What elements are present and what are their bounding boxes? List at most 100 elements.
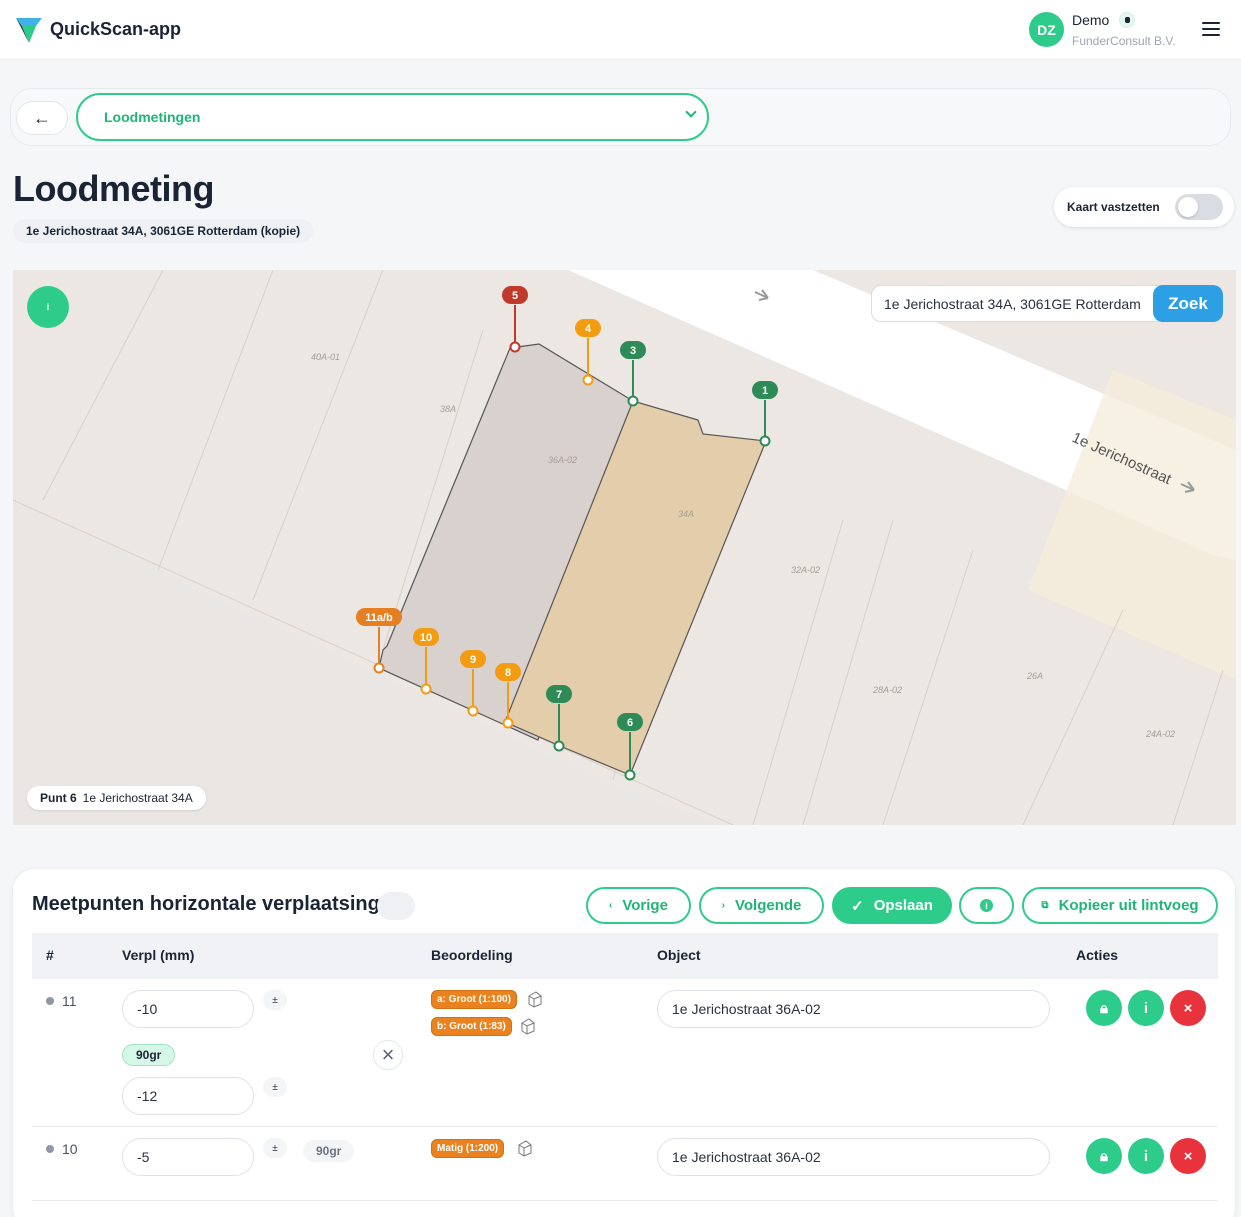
column-header: Acties <box>1076 947 1119 963</box>
prev-button[interactable]: ‹ Vorige <box>586 887 691 924</box>
column-header: Beoordeling <box>431 947 513 963</box>
column-header: Verpl (mm) <box>122 947 195 963</box>
marker-point[interactable] <box>420 683 432 695</box>
plus-minus-toggle[interactable]: ± <box>263 1077 287 1097</box>
marker-point[interactable] <box>624 769 636 781</box>
address-badge: 1e Jerichostraat 34A, 3061GE Rotterdam (… <box>13 219 314 243</box>
delete-icon[interactable]: × <box>1170 990 1206 1026</box>
row-divider <box>32 1126 1218 1127</box>
section-select-value: Loodmetingen <box>104 109 201 125</box>
user-status-icon <box>1119 12 1135 28</box>
delete-icon[interactable]: × <box>1170 1138 1206 1174</box>
parcel-label: 34A <box>678 509 694 519</box>
building-tilt-icon[interactable] <box>519 1017 537 1035</box>
plus-minus-toggle[interactable]: ± <box>263 1138 287 1158</box>
displacement-input[interactable]: -5 <box>122 1138 254 1176</box>
measurement-panel: Meetpunten horizontale verplaatsing ‹ Vo… <box>13 869 1235 1217</box>
user-name: Demo <box>1072 12 1110 28</box>
row-status-dot <box>46 1145 54 1153</box>
app-title[interactable]: QuickScan-app <box>50 19 181 40</box>
column-header: Object <box>657 947 701 963</box>
next-button[interactable]: › Volgende <box>699 887 824 924</box>
rating-badge: b: Groot (1:83) <box>431 1017 512 1036</box>
marker-label[interactable]: 6 <box>627 717 633 729</box>
map-search-input[interactable]: 1e Jerichostraat 34A, 3061GE Rotterdam <box>871 285 1173 322</box>
marker-label[interactable]: 9 <box>470 654 476 666</box>
chevron-left-icon: ‹ <box>609 900 613 911</box>
selected-point-badge: Punt 6 1e Jerichostraat 34A <box>27 786 206 810</box>
displacement-b-input[interactable]: -12 <box>122 1077 254 1115</box>
marker-point[interactable] <box>582 374 594 386</box>
parcel-label: 28A-02 <box>872 685 902 695</box>
panel-title: Meetpunten horizontale verplaatsing <box>32 893 380 915</box>
back-button[interactable]: ← <box>16 101 68 135</box>
copy-button-label: Kopieer uit lintvoeg <box>1058 897 1199 914</box>
info-icon: i <box>980 899 993 912</box>
map-search-button[interactable]: Zoek <box>1153 285 1223 322</box>
map[interactable]: 40A-01 38A 36A-02 34A 32A-02 28A-02 26A … <box>13 270 1236 825</box>
hamburger-menu-icon[interactable] <box>1202 22 1220 36</box>
object-input[interactable]: 1e Jerichostraat 36A-02 <box>657 1138 1050 1176</box>
parcel-label: 36A-02 <box>548 455 577 465</box>
marker-point[interactable] <box>467 705 479 717</box>
object-input[interactable]: 1e Jerichostraat 36A-02 <box>657 990 1050 1028</box>
quickscan-logo-icon[interactable] <box>16 16 42 44</box>
column-header: # <box>46 947 54 963</box>
marker-point[interactable] <box>759 435 771 447</box>
marker-label[interactable]: 3 <box>630 345 636 357</box>
lock-icon[interactable]: 🔒︎ <box>1086 990 1122 1026</box>
marker-point[interactable] <box>627 395 639 407</box>
top-bar: QuickScan-app DZ Demo FunderConsult B.V. <box>0 0 1241 60</box>
lock-map-label: Kaart vastzetten <box>1067 200 1160 214</box>
rating-badge: a: Groot (1:100) <box>431 990 517 1009</box>
marker-point[interactable] <box>553 740 565 752</box>
parcel-label: 32A-02 <box>791 565 820 575</box>
plus-minus-toggle[interactable]: ± <box>263 990 287 1010</box>
parcel-label: 38A <box>440 404 456 414</box>
marker-label[interactable]: 5 <box>512 290 518 302</box>
close-icon[interactable]: × <box>373 1040 403 1070</box>
rating-badge: Matig (1:200) <box>431 1139 505 1158</box>
displacement-a-input[interactable]: -10 <box>122 990 254 1028</box>
marker-label[interactable]: 11a/b <box>365 612 393 624</box>
selected-point-label: Punt 6 <box>40 791 77 805</box>
parcel-label: 40A-01 <box>311 352 340 362</box>
marker-label[interactable]: 1 <box>762 385 768 397</box>
marker-point[interactable] <box>502 717 514 729</box>
chevron-right-icon: › <box>721 900 725 911</box>
copy-icon: ⧉ <box>1041 900 1049 911</box>
map-canvas[interactable]: 40A-01 38A 36A-02 34A 32A-02 28A-02 26A … <box>13 270 1236 825</box>
lock-icon[interactable]: 🔒︎ <box>1086 1138 1122 1174</box>
map-legend-button[interactable]: i <box>27 286 69 328</box>
marker-label[interactable]: 7 <box>556 689 562 701</box>
check-icon: ✓ <box>851 897 864 915</box>
degree-toggle[interactable]: 90gr <box>303 1140 355 1162</box>
table-header: # Verpl (mm) Beoordeling Object Acties <box>32 933 1218 979</box>
chevron-down-icon <box>685 106 697 118</box>
lock-map-toggle[interactable]: Kaart vastzetten <box>1054 187 1234 227</box>
lock-map-switch[interactable] <box>1175 194 1223 220</box>
selected-point-address: 1e Jerichostraat 34A <box>82 791 193 805</box>
info-icon[interactable]: i <box>1128 990 1164 1026</box>
marker-label[interactable]: 10 <box>420 632 432 644</box>
degree-toggle[interactable]: 90gr <box>122 1044 176 1066</box>
building-tilt-icon[interactable] <box>516 1139 534 1157</box>
copy-from-joint-button[interactable]: ⧉ Kopieer uit lintvoeg <box>1022 887 1218 924</box>
count-badge <box>377 892 415 920</box>
next-button-label: Volgende <box>734 897 802 914</box>
save-button[interactable]: ✓ Opslaan <box>832 887 952 924</box>
info-button[interactable]: i <box>959 887 1014 924</box>
avatar[interactable]: DZ <box>1029 12 1064 47</box>
info-icon[interactable]: i <box>1128 1138 1164 1174</box>
row-number: 11 <box>62 993 77 1009</box>
section-select[interactable]: Loodmetingen <box>76 93 709 141</box>
user-company: FunderConsult B.V. <box>1072 34 1176 48</box>
row-status-dot <box>46 997 54 1005</box>
marker-label[interactable]: 8 <box>505 667 511 679</box>
marker-point[interactable] <box>509 341 521 353</box>
marker-point[interactable] <box>373 662 385 674</box>
row-divider <box>32 1200 1218 1201</box>
marker-label[interactable]: 4 <box>585 323 592 335</box>
building-tilt-icon[interactable] <box>526 990 544 1008</box>
prev-button-label: Vorige <box>622 897 668 914</box>
